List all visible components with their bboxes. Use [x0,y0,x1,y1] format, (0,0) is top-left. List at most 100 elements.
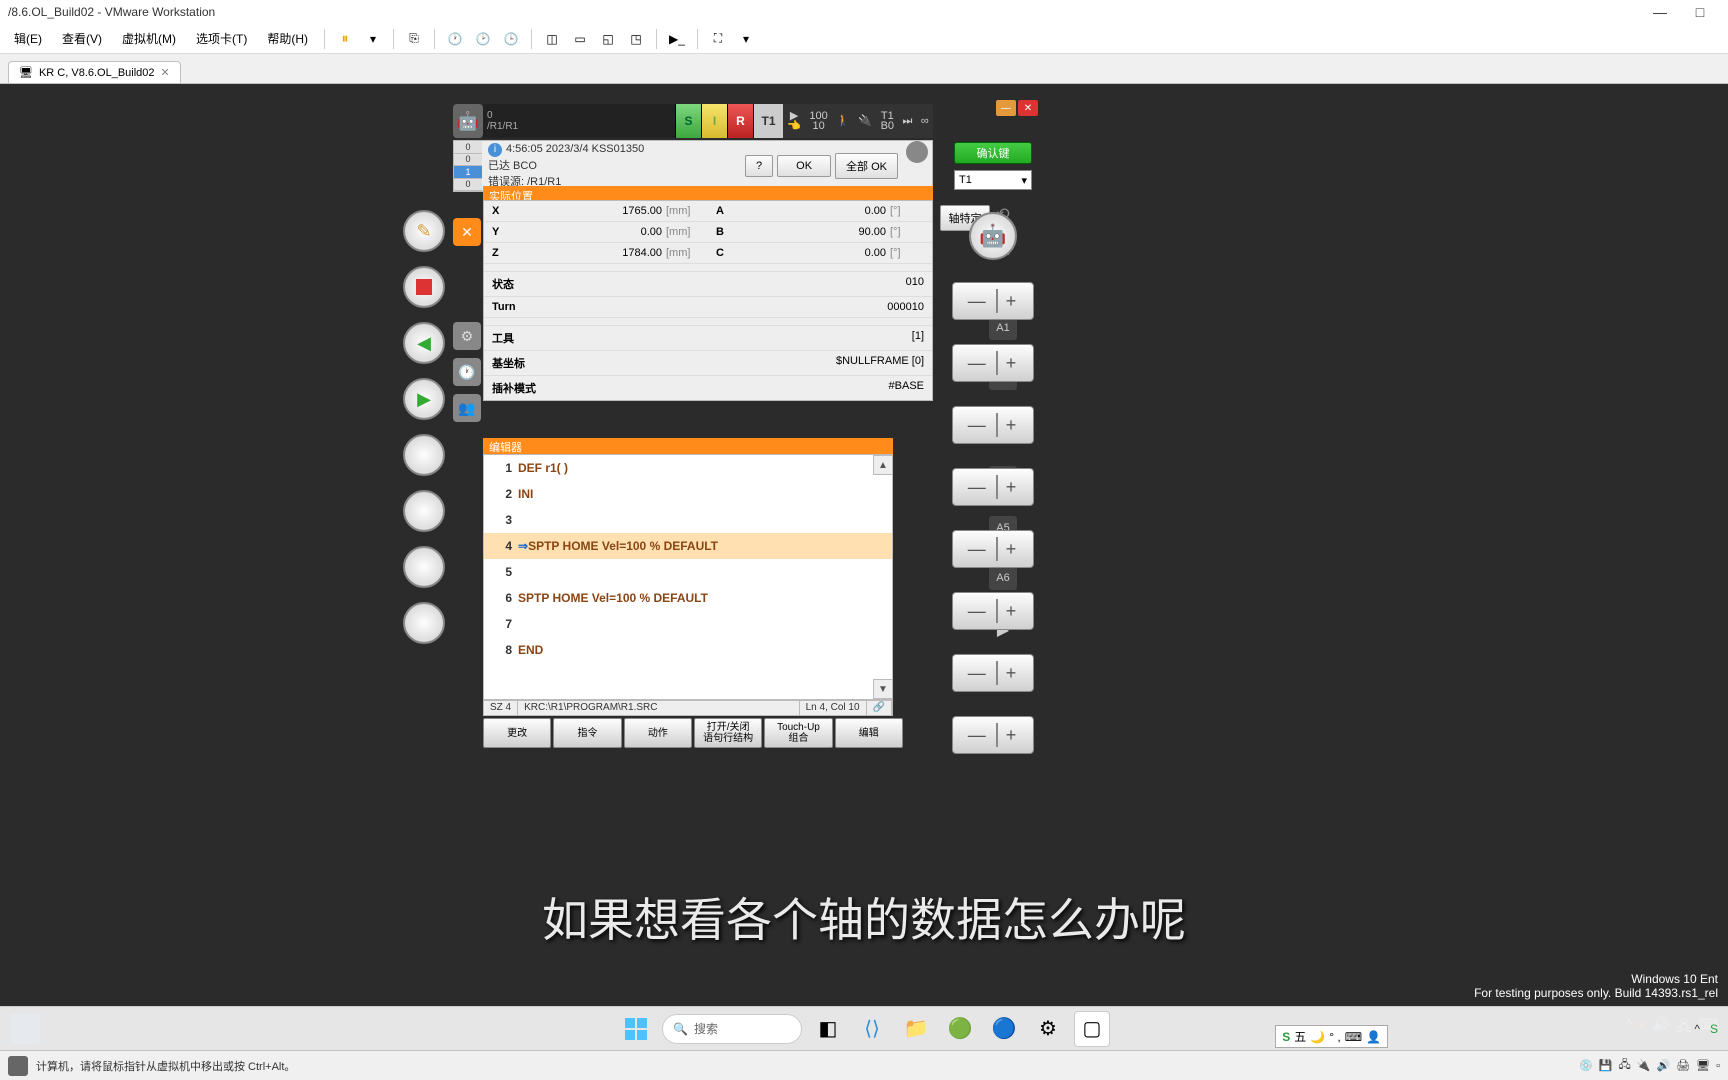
jog-a3[interactable]: —+ [952,406,1034,444]
dev-usb-icon[interactable]: 🔌 [1637,1059,1651,1072]
scroll-down-button[interactable]: ▼ [873,679,893,699]
drives-r-button[interactable]: R [727,104,753,138]
toolbar-console-icon[interactable]: ▶_ [665,27,689,51]
vscode-icon[interactable]: ⟨⟩ [854,1011,890,1047]
editor-line[interactable]: 3 [484,507,892,533]
help-button[interactable]: ? [745,155,773,177]
close-icon[interactable]: ✕ [161,66,170,79]
hmi-close-button[interactable]: ✕ [1018,100,1038,116]
vm-dropdown[interactable]: ▾ [361,27,385,51]
toolbar-layout2-icon[interactable]: ▭ [568,27,592,51]
dev-hdd-icon[interactable]: 💾 [1599,1059,1613,1072]
editor-line[interactable]: 2INI [484,481,892,507]
editor-line[interactable]: 4⇒SPTP HOME Vel=100 % DEFAULT [484,533,892,559]
jog-a6[interactable]: —+ [952,592,1034,630]
taskbar-search[interactable]: 🔍搜索 [662,1014,802,1044]
toolbar-layout1-icon[interactable]: ◫ [540,27,564,51]
editor-status-bar: SZ 4 KRC:\R1\PROGRAM\R1.SRC Ln 4, Col 10… [483,700,893,716]
jog-a5[interactable]: —+ [952,530,1034,568]
all-ok-button[interactable]: 全部 OK [835,153,898,179]
settings-icon[interactable]: ⚙ [1030,1011,1066,1047]
message-text[interactable]: i4:56:05 2023/3/4 KSS01350 已达 BCO 错误源: /… [482,141,741,191]
status-icons[interactable]: ▶👈 10010 🚶 🔌 T1B0 ⏭ ∞ [783,104,933,138]
softkey-open-close[interactable]: 打开/关闭语句行结构 [694,718,762,748]
clock-tool-icon[interactable]: 🕐 [453,358,481,386]
stop-hardkey[interactable] [403,266,445,308]
hardkey-5[interactable] [403,434,445,476]
hardkey-7[interactable] [403,546,445,588]
start-button[interactable] [618,1011,654,1047]
softkey-command[interactable]: 指令 [553,718,621,748]
drives-i-button[interactable]: I [701,104,727,138]
edit-hardkey[interactable]: ✎ [403,210,445,252]
vmware-taskbar-icon[interactable]: ▢ [1074,1011,1110,1047]
drives-s-button[interactable]: S [675,104,701,138]
robot-icon[interactable]: 🤖 [453,104,483,138]
toolbar-fullscreen-icon[interactable]: ⛶ [706,27,730,51]
editor-line[interactable]: 5 [484,559,892,585]
editor-line[interactable]: 6SPTP HOME Vel=100 % DEFAULT [484,585,892,611]
toolbar-layout3-icon[interactable]: ◱ [596,27,620,51]
softkey-change[interactable]: 更改 [483,718,551,748]
jog-robot-icon[interactable]: 🤖 [969,212,1017,260]
ok-button[interactable]: OK [777,155,831,177]
toolbar-snapshot-icon[interactable]: ⎘ [402,27,426,51]
hardkey-6[interactable] [403,490,445,532]
menu-view[interactable]: 查看(V) [52,30,112,47]
jog-extra[interactable]: —+ [952,716,1034,754]
gear-icon[interactable]: ⚙ [453,322,481,350]
edge-icon[interactable]: 🔵 [986,1011,1022,1047]
host-tray[interactable]: ^ S [1694,1022,1718,1036]
menu-help[interactable]: 帮助(H) [257,30,318,47]
menu-edit[interactable]: 辑(E) [4,30,52,47]
mode-t1-button[interactable]: T1 [753,104,783,138]
close-panel-icon[interactable]: ✕ [453,218,481,246]
vmware-device-tray[interactable]: 💿 💾 🖧 🔌 🔊 🖨 🖥 ▫ [1579,1056,1720,1075]
menu-vm[interactable]: 虚拟机(M) [112,30,186,47]
toolbar-layout4-icon[interactable]: ◳ [624,27,648,51]
dev-more-icon[interactable]: ▫ [1716,1060,1720,1072]
dev-net-icon[interactable]: 🖧 [1618,1056,1630,1075]
editor-line[interactable]: 7 [484,611,892,637]
vm-pause-button[interactable]: ⏸ [333,27,357,51]
vmware-minimize-button[interactable]: — [1640,4,1680,20]
step-fwd-hardkey[interactable]: ▶ [403,378,445,420]
jog-a2[interactable]: —+ [952,344,1034,382]
editor-line[interactable]: 1DEF r1( ) [484,455,892,481]
toolbar-clock1-icon[interactable]: 🕐 [443,27,467,51]
editor-line[interactable]: 8END [484,637,892,663]
shell-icon[interactable] [8,1056,28,1076]
toolbar-clock3-icon[interactable]: 🕒 [499,27,523,51]
dev-display-icon[interactable]: 🖥 [1696,1059,1710,1072]
chrome-icon[interactable]: 🟢 [942,1011,978,1047]
vmware-maximize-button[interactable]: □ [1680,4,1720,20]
host-tray-up-icon[interactable]: ^ [1694,1022,1700,1036]
hardkey-8[interactable] [403,602,445,644]
jog-a1[interactable]: —+ [952,282,1034,320]
status-path[interactable]: 0 /R1/R1 [483,104,675,138]
globe-icon[interactable] [906,141,928,163]
dev-printer-icon[interactable]: 🖨 [1676,1059,1690,1072]
host-tray-s-icon[interactable]: S [1710,1022,1718,1036]
softkey-touchup[interactable]: Touch-Up组合 [764,718,832,748]
ime-panel[interactable]: S五🌙° ,⌨👤 [1275,1025,1388,1048]
vm-tab[interactable]: 🖥 KR C, V8.6.OL_Build02 ✕ [8,61,181,83]
toolbar-clock2-icon[interactable]: 🕑 [471,27,495,51]
softkey-action[interactable]: 动作 [624,718,692,748]
dev-sound-icon[interactable]: 🔊 [1656,1059,1670,1072]
jog-speed[interactable]: —+ [952,654,1034,692]
taskview-icon[interactable]: ◧ [810,1011,846,1047]
confirm-key-button[interactable]: 确认键 [954,142,1032,164]
menu-tabs[interactable]: 选项卡(T) [186,30,257,47]
toolbar-fullscreen-dropdown[interactable]: ▾ [734,27,758,51]
jog-a4[interactable]: —+ [952,468,1034,506]
dev-disk-icon[interactable]: 💿 [1579,1059,1593,1072]
step-back-hardkey[interactable]: ◀ [403,322,445,364]
user-tool-icon[interactable]: 👥 [453,394,481,422]
softkey-edit[interactable]: 编辑 [835,718,903,748]
mode-select[interactable]: T1▾ [954,170,1032,190]
hmi-minimize-button[interactable]: — [996,100,1016,116]
scroll-up-button[interactable]: ▲ [873,455,893,475]
explorer-icon[interactable]: 📁 [898,1011,934,1047]
program-editor[interactable]: ✕ ▲ ▼ 1DEF r1( )2INI34⇒SPTP HOME Vel=100… [483,454,893,700]
